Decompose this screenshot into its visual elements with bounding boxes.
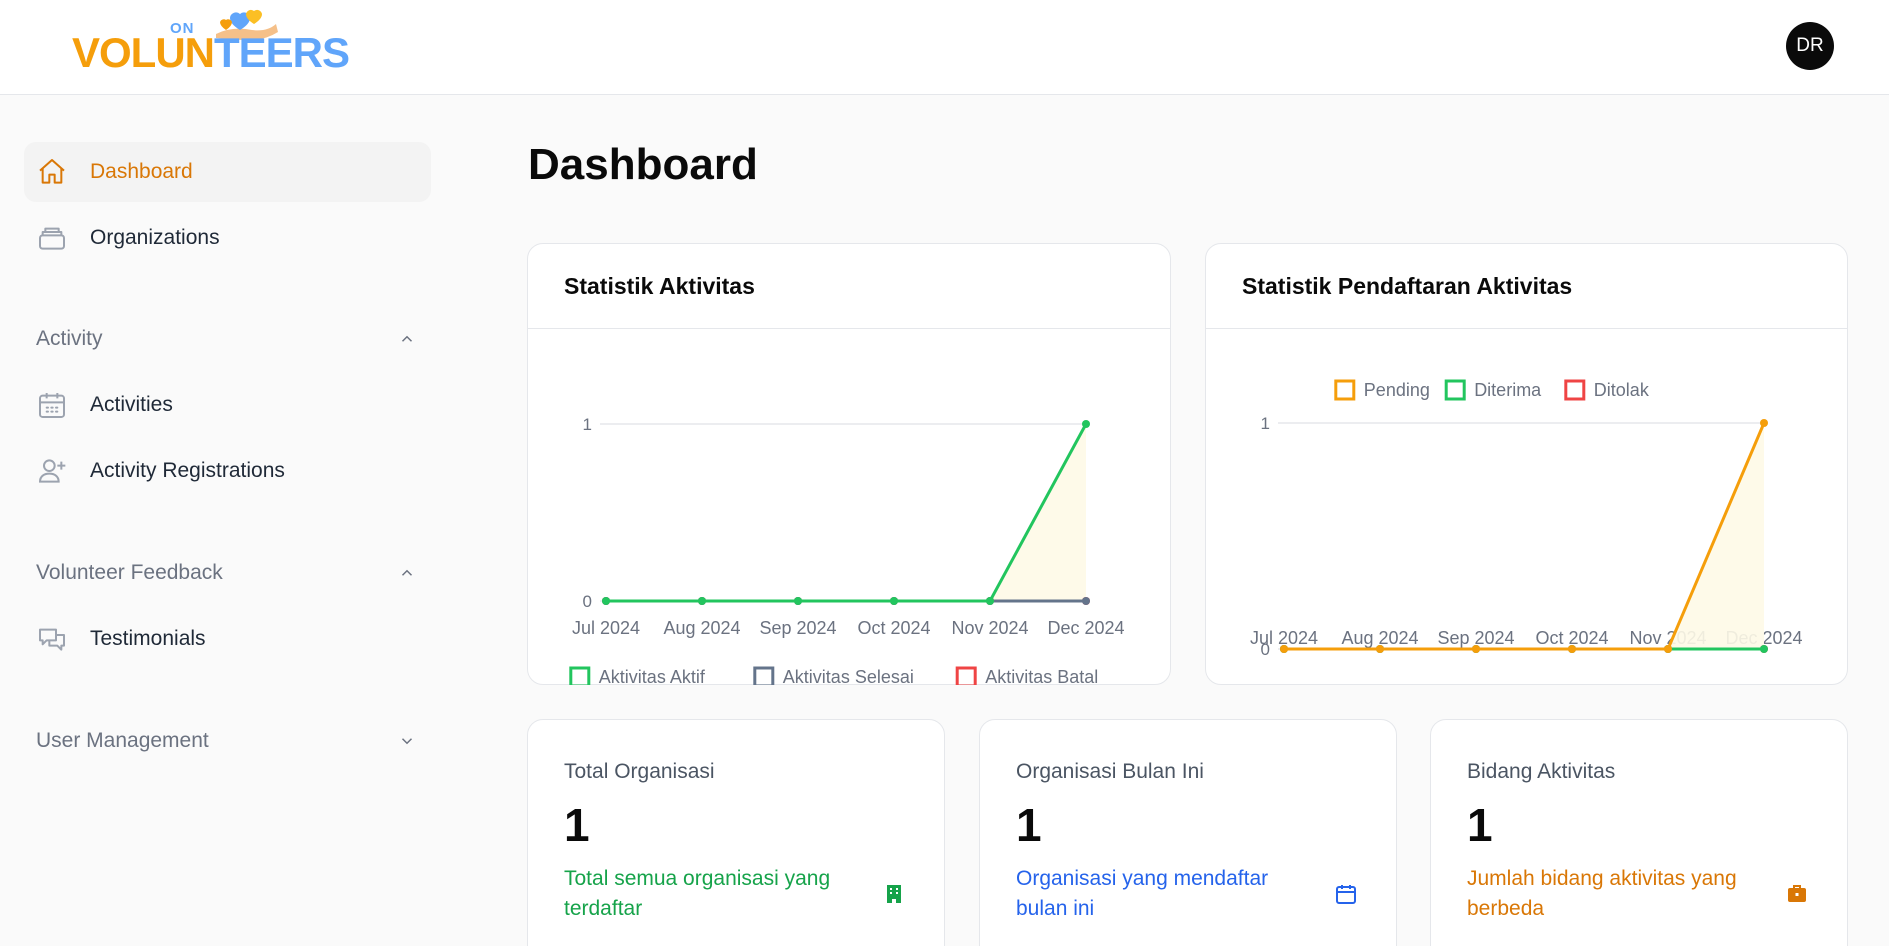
x-tick-label: Nov 2024 bbox=[951, 618, 1028, 638]
legend-swatch-aktivitas-batal bbox=[955, 666, 977, 685]
stat-description: Jumlah bidang aktivitas yang berbeda bbox=[1467, 867, 1737, 920]
x-tick-label: Jul 2024 bbox=[572, 618, 640, 638]
calendar-icon bbox=[1336, 885, 1356, 904]
sidebar-group-label: Activity bbox=[36, 327, 103, 350]
chevron-down-icon bbox=[401, 738, 413, 745]
sidebar-item-label: Dashboard bbox=[90, 160, 193, 183]
sidebar-group-volunteer-feedback[interactable]: Volunteer Feedback bbox=[36, 557, 416, 589]
top-bar: ON VOLUNTEERS DR bbox=[0, 0, 1889, 95]
sidebar-item-organizations[interactable]: Organizations bbox=[24, 208, 431, 268]
archive-box-icon bbox=[34, 220, 70, 256]
y-tick-label: 0 bbox=[583, 592, 592, 611]
data-point-pending bbox=[1760, 419, 1768, 427]
series-area-pending bbox=[1284, 423, 1764, 649]
volunteers-logo[interactable]: ON VOLUNTEERS bbox=[72, 4, 350, 84]
data-point-pending bbox=[1280, 645, 1288, 653]
legend-label: Ditolak bbox=[1594, 380, 1650, 400]
activity-line-chart: 0 1 Jul 2024 Aug 2024 Sep 2024 Oct 2024 Nov 20… bbox=[569, 415, 1125, 685]
data-point-aktivitas-selesai bbox=[1082, 597, 1090, 605]
x-tick-label: Sep 2024 bbox=[759, 618, 836, 638]
calendar-icon bbox=[34, 387, 70, 423]
home-icon bbox=[34, 154, 70, 190]
stat-card-organisasi-bulan-ini: Organisasi Bulan Ini 1 Organisasi yang m… bbox=[979, 719, 1397, 946]
legend-label: Diterima bbox=[1474, 380, 1542, 400]
legend-label: Aktivitas Aktif bbox=[599, 667, 706, 685]
stat-card-bidang-aktivitas: Bidang Aktivitas 1 Jumlah bidang aktivit… bbox=[1430, 719, 1848, 946]
series-area-aktivitas-aktif bbox=[606, 424, 1086, 601]
data-point-pending bbox=[1664, 645, 1672, 653]
sidebar-group-label: Volunteer Feedback bbox=[36, 561, 223, 584]
legend-label: Aktivitas Batal bbox=[985, 667, 1098, 685]
activity-chart-card: Statistik Aktivitas 0 1 Jul 2024 Aug 2024 Se… bbox=[527, 243, 1171, 685]
stat-title: Bidang Aktivitas bbox=[1467, 760, 1616, 783]
user-plus-icon bbox=[34, 453, 70, 489]
sidebar-item-label: Activity Registrations bbox=[90, 459, 285, 482]
card-title: Statistik Pendaftaran Aktivitas bbox=[1242, 272, 1573, 299]
stat-value: 1 bbox=[1016, 799, 1042, 851]
legend-label: Pending bbox=[1364, 380, 1430, 400]
card-header: Statistik Pendaftaran Aktivitas bbox=[1206, 244, 1847, 329]
x-tick-label: Oct 2024 bbox=[857, 618, 930, 638]
sidebar-item-testimonials[interactable]: Testimonials bbox=[24, 609, 431, 669]
stat-description: Organisasi yang mendaftar bulan ini bbox=[1016, 867, 1269, 920]
data-point-aktivitas-aktif bbox=[794, 597, 802, 605]
data-point-aktivitas-aktif bbox=[1082, 420, 1090, 428]
data-point-aktivitas-aktif bbox=[890, 597, 898, 605]
sidebar-item-dashboard[interactable]: Dashboard bbox=[24, 142, 431, 202]
legend-swatch-aktivitas-aktif bbox=[569, 666, 591, 685]
sidebar-item-activities[interactable]: Activities bbox=[24, 375, 431, 435]
x-tick-label: Dec 2024 bbox=[1047, 618, 1124, 638]
stat-value: 1 bbox=[564, 799, 590, 851]
chevron-up-icon bbox=[401, 569, 413, 576]
legend-swatch-aktivitas-selesai bbox=[753, 666, 775, 685]
data-point-aktivitas-aktif bbox=[698, 597, 706, 605]
y-tick-label: 1 bbox=[583, 415, 592, 434]
logo-wordmark-part1: VOLUN bbox=[72, 29, 215, 76]
y-tick-label: 1 bbox=[1261, 414, 1270, 433]
sidebar-group-activity[interactable]: Activity bbox=[36, 323, 416, 355]
stat-value: 1 bbox=[1467, 799, 1493, 851]
sidebar: Dashboard Organizations Activity Activit… bbox=[0, 96, 450, 946]
logo-wordmark-part2: TEERS bbox=[214, 29, 350, 76]
data-point-aktivitas-aktif bbox=[602, 597, 610, 605]
sidebar-group-user-management[interactable]: User Management bbox=[36, 725, 416, 757]
data-point-pending bbox=[1376, 645, 1384, 653]
chevron-up-icon bbox=[401, 335, 413, 342]
stat-title: Total Organisasi bbox=[564, 760, 715, 783]
registration-line-chart: 01Jul 2024 Aug 2024 Sep 2024 Oct 2024 Nov 20… bbox=[1250, 379, 1803, 659]
card-header: Statistik Aktivitas bbox=[528, 244, 1170, 329]
user-avatar[interactable]: DR bbox=[1786, 22, 1834, 70]
legend-swatch-pending bbox=[1334, 379, 1356, 401]
sidebar-item-label: Activities bbox=[90, 393, 173, 416]
data-point-pending bbox=[1568, 645, 1576, 653]
page-title: Dashboard bbox=[528, 140, 758, 189]
sidebar-group-label: User Management bbox=[36, 729, 209, 752]
data-point-diterima bbox=[1760, 645, 1768, 653]
legend-swatch-ditolak bbox=[1564, 379, 1586, 401]
logo-wordmark: VOLUNTEERS bbox=[72, 29, 350, 76]
stat-description: Total semua organisasi yang terdaftar bbox=[564, 867, 831, 920]
data-point-pending bbox=[1472, 645, 1480, 653]
sidebar-item-activity-registrations[interactable]: Activity Registrations bbox=[24, 441, 431, 501]
stat-title: Organisasi Bulan Ini bbox=[1016, 760, 1204, 783]
registration-chart-card: Statistik Pendaftaran Aktivitas 0 1 Jul 20… bbox=[1205, 243, 1848, 685]
sidebar-item-label: Testimonials bbox=[90, 627, 206, 650]
stat-card-total-organisasi: Total Organisasi 1 Total semua organisas… bbox=[527, 719, 945, 946]
x-tick-label: Aug 2024 bbox=[663, 618, 740, 638]
chat-bubbles-icon bbox=[34, 621, 70, 657]
building-icon bbox=[887, 885, 901, 903]
data-point-aktivitas-aktif bbox=[986, 597, 994, 605]
legend-swatch-diterima bbox=[1444, 379, 1466, 401]
legend-label: Aktivitas Selesai bbox=[783, 667, 914, 685]
card-title: Statistik Aktivitas bbox=[564, 272, 755, 299]
sidebar-item-label: Organizations bbox=[90, 226, 220, 249]
briefcase-icon bbox=[1788, 885, 1806, 902]
